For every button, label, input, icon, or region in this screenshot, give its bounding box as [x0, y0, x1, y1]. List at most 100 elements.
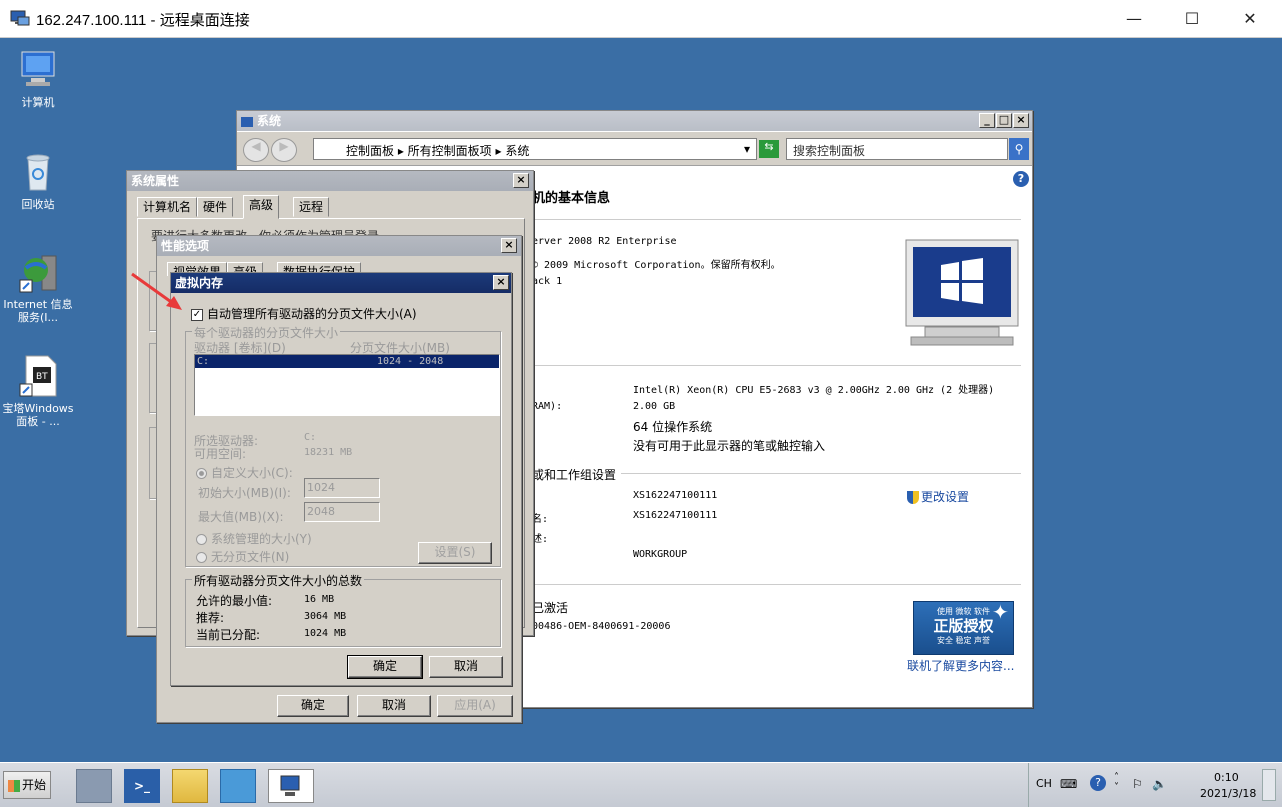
divider	[527, 219, 1021, 220]
keyboard-icon[interactable]: ⌨	[1060, 777, 1077, 791]
show-desktop-button[interactable]	[1262, 769, 1276, 801]
close-button[interactable]: ×	[1013, 113, 1029, 128]
divider	[527, 365, 1021, 366]
breadcrumb-control-panel[interactable]: 控制面板	[346, 144, 394, 158]
action-center-icon[interactable]: ⚐	[1132, 777, 1143, 791]
refresh-icon[interactable]: ⇆	[759, 140, 779, 158]
volume-icon[interactable]: 🔈	[1152, 777, 1167, 791]
clock-time[interactable]: 0:10	[1214, 771, 1239, 784]
maximize-button[interactable]: □	[996, 113, 1012, 128]
desktop-icon-computer[interactable]: 计算机	[0, 48, 76, 109]
currently-allocated-value: 1024 MB	[304, 628, 347, 639]
max-size-label: 最大值(MB)(X):	[198, 510, 284, 524]
breadcrumb-all-items[interactable]: 所有控制面板项	[408, 144, 492, 158]
forward-button[interactable]: ▶	[271, 138, 297, 162]
virtual-memory-titlebar: 虚拟内存 ×	[171, 273, 511, 293]
system-managed-radio[interactable]: 系统管理的大小(Y)	[196, 530, 312, 547]
ok-button[interactable]: 确定	[347, 655, 423, 679]
minimize-button[interactable]: —	[1105, 0, 1163, 38]
radio-icon	[196, 552, 207, 563]
full-name-label: 名:	[532, 514, 549, 525]
change-settings-link[interactable]: 更改设置	[907, 488, 969, 505]
no-paging-radio[interactable]: 无分页文件(N)	[196, 548, 289, 565]
close-button[interactable]: ×	[493, 275, 509, 290]
checkbox-checked-icon: ✓	[191, 308, 203, 321]
ram-label: RAM):	[532, 401, 563, 412]
tab-remote[interactable]: 远程	[293, 197, 330, 217]
product-id-value: 00486-OEM-8400691-20006	[532, 621, 671, 632]
cancel-button[interactable]: 取消	[429, 656, 503, 678]
apply-button[interactable]: 应用(A)	[437, 695, 513, 717]
auto-manage-checkbox[interactable]: ✓ 自动管理所有驱动器的分页文件大小(A)	[191, 305, 417, 322]
powershell-icon[interactable]: >_	[124, 769, 160, 803]
free-space-value: 18231 MB	[304, 447, 353, 458]
close-button[interactable]: ×	[501, 238, 517, 253]
ram-value: 2.00 GB	[633, 401, 676, 412]
dropdown-icon[interactable]: ▾	[744, 142, 750, 156]
virtual-memory-dialog: 虚拟内存 × ✓ 自动管理所有驱动器的分页文件大小(A) 每个驱动器的分页文件大小 …	[170, 272, 512, 686]
help-icon[interactable]: ?	[1090, 775, 1106, 791]
edition-text: erver 2008 R2 Enterprise	[532, 236, 677, 247]
drive-size: 1024 - 2048	[377, 356, 444, 367]
computer-icon	[16, 48, 60, 92]
server-manager-icon[interactable]	[76, 769, 112, 803]
maximize-button[interactable]: ☐	[1163, 0, 1221, 38]
minimize-button[interactable]: _	[979, 113, 995, 128]
desktop-icon-recycle-bin[interactable]: 回收站	[0, 150, 76, 211]
system-managed-label: 系统管理的大小(Y)	[211, 532, 312, 546]
system-type-value: 64 位操作系统	[633, 420, 713, 434]
control-panel-icon[interactable]	[220, 769, 256, 803]
per-drive-group: 每个驱动器的分页文件大小 驱动器 [卷标](D) 分页文件大小(MB) C: 1…	[185, 324, 501, 567]
learn-more-link[interactable]: 联机了解更多内容...	[907, 657, 1014, 674]
clock-date[interactable]: 2021/3/18	[1200, 787, 1256, 800]
close-button[interactable]: ✕	[1221, 0, 1279, 38]
breadcrumb-system[interactable]: 系统	[505, 144, 529, 158]
totals-group: 所有驱动器分页文件大小的总数 允许的最小值: 16 MB 推荐: 3064 MB…	[185, 572, 501, 647]
rdp-window-title: 162.247.100.111 - 远程桌面连接	[36, 12, 250, 29]
dialog-title: 系统属性	[131, 174, 180, 188]
desktop-icon-label: 计算机	[21, 96, 55, 109]
genuine-badge[interactable]: 使用 微软 软件 正版授权 安全 稳定 声誉 ✦	[913, 600, 1014, 655]
search-input[interactable]: 搜索控制面板	[786, 138, 1008, 160]
desktop-icon-iis[interactable]: Internet 信息服务(I...	[0, 250, 76, 324]
explorer-icon[interactable]	[172, 769, 208, 803]
description-label: 述:	[532, 534, 549, 545]
tab-hardware[interactable]: 硬件	[197, 197, 234, 217]
computer-name-value: XS162247100111	[633, 490, 718, 501]
cancel-button[interactable]: 取消	[357, 695, 431, 717]
tray-expand-icon[interactable]: ˄ ˅	[1114, 773, 1119, 793]
max-size-input[interactable]: 2048	[304, 502, 380, 522]
close-button[interactable]: ×	[513, 173, 529, 188]
windows-flag-icon	[8, 779, 20, 792]
system-window-titlebar: 系统 _ □ ×	[237, 111, 1032, 131]
breadcrumb[interactable]: 控制面板 ▸ 所有控制面板项 ▸ 系统 ▾	[313, 138, 757, 160]
workgroup-value: WORKGROUP	[633, 549, 688, 560]
drive-letter: C:	[197, 356, 210, 367]
taskbar: 开始 >_ CH ⌨ ? ˄ ˅ ⚐ 🔈 0:10 2021/3/18	[0, 762, 1282, 807]
start-button[interactable]: 开始	[3, 771, 51, 799]
copyright-text: © 2009 Microsoft Corporation。保留所有权利。	[532, 260, 781, 271]
system-window-task[interactable]	[268, 769, 314, 803]
tab-advanced[interactable]: 高级	[243, 195, 280, 219]
help-icon[interactable]: ?	[1013, 171, 1029, 187]
ok-button[interactable]: 确定	[277, 695, 349, 717]
language-indicator[interactable]: CH	[1036, 777, 1052, 790]
desktop-icon-label: 宝塔Windows面板 - ...	[2, 402, 74, 428]
desktop-icon-label: 回收站	[21, 198, 55, 211]
drive-list[interactable]: C: 1024 - 2048	[194, 354, 500, 416]
search-icon[interactable]: ⚲	[1009, 138, 1029, 160]
set-button[interactable]: 设置(S)	[418, 542, 492, 564]
tab-computer-name[interactable]: 计算机名	[137, 197, 198, 217]
dialog-title: 性能选项	[161, 239, 210, 253]
desktop-icon-bt-panel[interactable]: BT 宝塔Windows面板 - ...	[0, 354, 76, 428]
divider	[527, 584, 1021, 585]
full-name-value: XS162247100111	[633, 510, 718, 521]
min-allowed-label: 允许的最小值:	[196, 594, 273, 608]
recycle-bin-icon	[16, 150, 60, 194]
initial-size-input[interactable]: 1024	[304, 478, 380, 498]
custom-size-radio[interactable]: 自定义大小(C):	[196, 464, 293, 481]
processor-value: Intel(R) Xeon(R) CPU E5-2683 v3 @ 2.00GH…	[633, 385, 995, 396]
list-item[interactable]: C: 1024 - 2048	[195, 355, 499, 368]
back-button[interactable]: ◀	[243, 138, 269, 162]
change-settings-label[interactable]: 更改设置	[921, 490, 969, 504]
